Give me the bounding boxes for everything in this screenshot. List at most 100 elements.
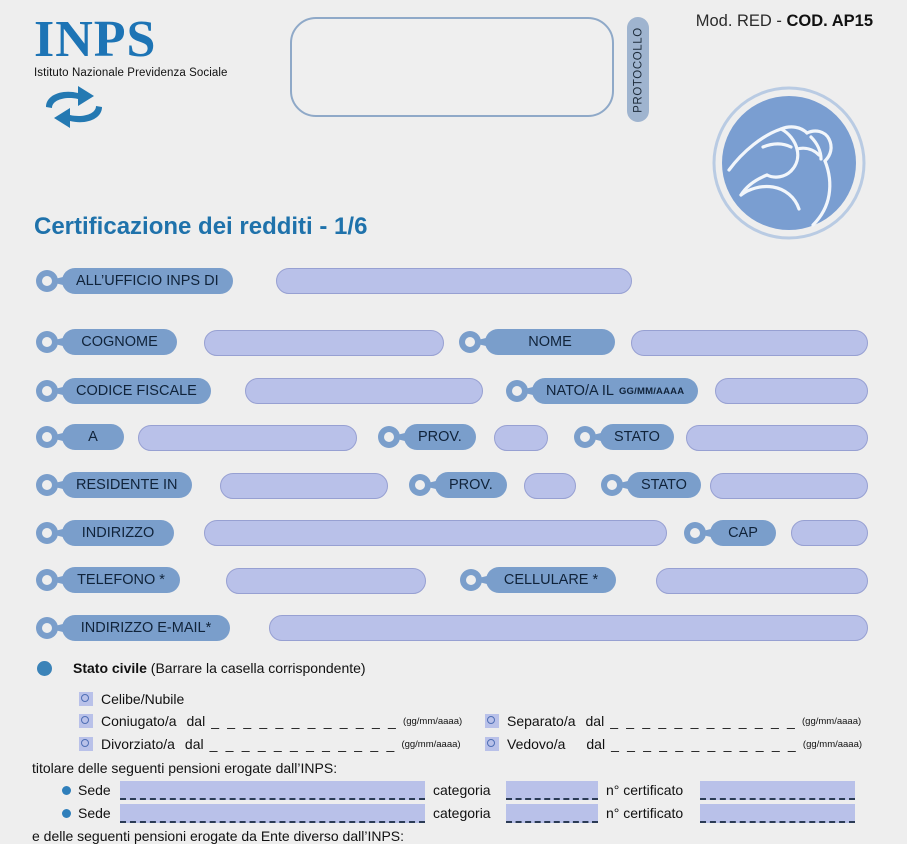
label-cognome: COGNOME: [36, 329, 177, 355]
date-blank-vedovo[interactable]: _ _ _ _ _ _ _ _ _ _ _ _: [611, 736, 798, 752]
label-email-text: INDIRIZZO E-MAIL*: [62, 615, 230, 641]
label-nato-il-main: NATO/A IL: [546, 383, 614, 399]
input-cognome[interactable]: [204, 330, 444, 356]
checkbox-label-coniugato: Coniugato/a: [101, 713, 177, 729]
stato-civile-heading: Stato civile (Barrare la casella corrisp…: [73, 660, 366, 676]
sede-bullet-icon: [62, 809, 71, 818]
checkbox-separato[interactable]: [485, 714, 499, 728]
label-nome-text: NOME: [485, 329, 615, 355]
sede-label-2: Sede: [78, 805, 111, 821]
input-indirizzo[interactable]: [204, 520, 667, 546]
input-prov-nascita[interactable]: [494, 425, 548, 451]
checkbox-label-separato: Separato/a: [507, 713, 576, 729]
label-telefono-text: TELEFONO *: [62, 567, 180, 593]
input-sede-1[interactable]: [120, 781, 425, 800]
label-prov-residenza: PROV.: [409, 472, 507, 498]
label-cap-text: CAP: [710, 520, 776, 546]
circular-arrows-icon: [34, 83, 284, 136]
mod-code: Mod. RED - COD. AP15: [696, 12, 873, 31]
protocollo-label: PROTOCOLLO: [632, 26, 644, 113]
checkbox-row-coniugato[interactable]: Coniugato/a dal _ _ _ _ _ _ _ _ _ _ _ _ …: [79, 713, 462, 729]
input-telefono[interactable]: [226, 568, 426, 594]
checkbox-row-celibe[interactable]: Celibe/Nubile: [79, 691, 184, 707]
label-stato-nascita: STATO: [574, 424, 674, 450]
label-residente-text: RESIDENTE IN: [62, 472, 192, 498]
label-a: A: [36, 424, 124, 450]
page-title: Certificazione dei redditi - 1/6: [34, 213, 368, 240]
date-format-divorziato: (gg/mm/aaaa): [401, 738, 461, 750]
label-nato-il: NATO/A IL GG/MM/AAAA: [506, 378, 699, 404]
certificato-label-1: n° certificato: [606, 782, 684, 798]
label-indirizzo-text: INDIRIZZO: [62, 520, 174, 546]
label-ufficio-text: ALL’UFFICIO INPS DI: [62, 268, 233, 294]
stato-civile-heading-rest: (Barrare la casella corrispondente): [146, 660, 366, 676]
label-cellulare-text: CELLULARE *: [486, 567, 616, 593]
date-format-separato: (gg/mm/aaaa): [802, 715, 862, 727]
label-ufficio: ALL’UFFICIO INPS DI: [36, 268, 233, 294]
checkbox-row-vedovo[interactable]: Vedovo/a dal _ _ _ _ _ _ _ _ _ _ _ _ (gg…: [485, 736, 862, 752]
input-categoria-2[interactable]: [506, 804, 598, 823]
label-prov-residenza-text: PROV.: [435, 472, 507, 498]
label-email: INDIRIZZO E-MAIL*: [36, 615, 230, 641]
checkbox-label-vedovo: Vedovo/a: [507, 736, 566, 752]
input-certificato-2[interactable]: [700, 804, 855, 823]
checkbox-row-separato[interactable]: Separato/a dal _ _ _ _ _ _ _ _ _ _ _ _ (…: [485, 713, 861, 729]
label-nato-il-text: NATO/A IL GG/MM/AAAA: [532, 378, 699, 404]
input-cap[interactable]: [791, 520, 868, 546]
dal-label: dal: [586, 736, 606, 752]
input-codice-fiscale[interactable]: [245, 378, 483, 404]
logo-subtitle: Istituto Nazionale Previdenza Sociale: [34, 67, 228, 79]
date-format-vedovo: (gg/mm/aaaa): [802, 738, 863, 750]
dal-label: dal: [184, 736, 204, 752]
input-residente[interactable]: [220, 473, 388, 499]
label-stato-nascita-text: STATO: [600, 424, 674, 450]
label-residente: RESIDENTE IN: [36, 472, 192, 498]
input-nato-il[interactable]: [715, 378, 868, 404]
mod-code-value: COD. AP15: [786, 12, 874, 30]
label-a-text: A: [62, 424, 124, 450]
input-stato-nascita[interactable]: [686, 425, 868, 451]
input-email[interactable]: [269, 615, 868, 641]
input-prov-residenza[interactable]: [524, 473, 576, 499]
input-stato-residenza[interactable]: [710, 473, 868, 499]
label-stato-residenza: STATO: [601, 472, 701, 498]
input-sede-2[interactable]: [120, 804, 425, 823]
label-telefono: TELEFONO *: [36, 567, 180, 593]
checkbox-celibe[interactable]: [79, 692, 93, 706]
mod-prefix: Mod. RED -: [695, 12, 787, 30]
input-ufficio[interactable]: [276, 268, 632, 294]
date-blank-coniugato[interactable]: _ _ _ _ _ _ _ _ _ _ _ _: [211, 713, 398, 729]
dal-label: dal: [585, 713, 605, 729]
categoria-label-2: categoria: [433, 805, 491, 821]
protocollo-tab: PROTOCOLLO: [627, 17, 649, 122]
label-cellulare: CELLULARE *: [460, 567, 616, 593]
label-codice-fiscale-text: CODICE FISCALE: [62, 378, 211, 404]
input-cellulare[interactable]: [656, 568, 868, 594]
label-indirizzo: INDIRIZZO: [36, 520, 174, 546]
dal-label: dal: [186, 713, 206, 729]
label-prov-nascita: PROV.: [378, 424, 476, 450]
sede-label-1: Sede: [78, 782, 111, 798]
logo-wordmark: INPS: [34, 11, 157, 68]
form-page: INPS Istituto Nazionale Previdenza Socia…: [0, 0, 907, 844]
pensioni-intro: titolare delle seguenti pensioni erogate…: [32, 760, 338, 776]
protocollo-box[interactable]: [290, 17, 614, 117]
checkbox-vedovo[interactable]: [485, 737, 499, 751]
date-blank-divorziato[interactable]: _ _ _ _ _ _ _ _ _ _ _ _: [210, 736, 397, 752]
sede-bullet-icon: [62, 786, 71, 795]
label-codice-fiscale: CODICE FISCALE: [36, 378, 211, 404]
clasped-hands-emblem: [711, 85, 867, 241]
date-blank-separato[interactable]: _ _ _ _ _ _ _ _ _ _ _ _: [610, 713, 797, 729]
input-a[interactable]: [138, 425, 357, 451]
checkbox-coniugato[interactable]: [79, 714, 93, 728]
input-categoria-1[interactable]: [506, 781, 598, 800]
checkbox-row-divorziato[interactable]: Divorziato/a dal _ _ _ _ _ _ _ _ _ _ _ _…: [79, 736, 461, 752]
label-nome: NOME: [459, 329, 615, 355]
input-nome[interactable]: [631, 330, 868, 356]
date-format-coniugato: (gg/mm/aaaa): [403, 715, 463, 727]
checkbox-divorziato[interactable]: [79, 737, 93, 751]
checkbox-label-divorziato: Divorziato/a: [101, 736, 175, 752]
inps-logo: INPS Istituto Nazionale Previdenza Socia…: [34, 14, 284, 136]
input-certificato-1[interactable]: [700, 781, 855, 800]
label-cap: CAP: [684, 520, 776, 546]
